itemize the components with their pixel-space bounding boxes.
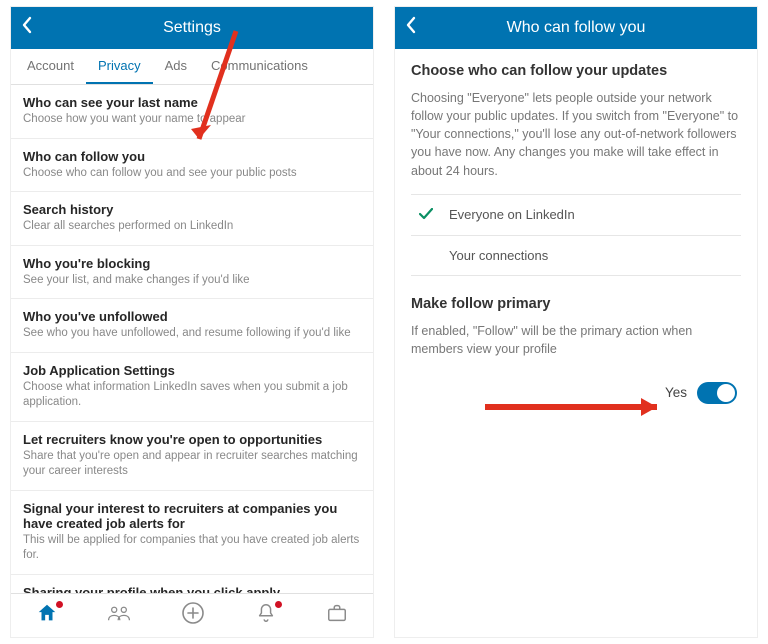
nav-post-icon[interactable] [181,601,205,631]
header-bar: Who can follow you [395,7,757,49]
option-connections[interactable]: Your connections [411,236,741,276]
item-subtitle: Choose how you want your name to appear [23,112,361,128]
tab-communications[interactable]: Communications [199,49,320,84]
settings-item[interactable]: Who can follow you Choose who can follow… [11,139,373,193]
settings-item[interactable]: Who you're blocking See your list, and m… [11,246,373,300]
settings-item[interactable]: Job Application Settings Choose what inf… [11,353,373,422]
settings-item[interactable]: Who you've unfollowed See who you have u… [11,299,373,353]
follow-settings-screen: Who can follow you Choose who can follow… [394,6,758,638]
badge-dot-icon [274,600,283,609]
follow-primary-section: Make follow primary If enabled, "Follow"… [395,290,757,428]
tab-account[interactable]: Account [15,49,86,84]
item-subtitle: Choose who can follow you and see your p… [23,166,361,182]
item-title: Signal your interest to recruiters at co… [23,501,361,531]
follow-updates-section: Choose who can follow your updates Choos… [395,49,757,290]
item-title: Job Application Settings [23,363,361,378]
nav-home-icon[interactable] [36,602,58,630]
item-subtitle: Share that you're open and appear in rec… [23,449,361,480]
item-title: Who you're blocking [23,256,361,271]
checkmark-icon [419,207,439,223]
item-subtitle: This will be applied for companies that … [23,533,361,564]
settings-item[interactable]: Let recruiters know you're open to oppor… [11,422,373,491]
settings-item[interactable]: Sharing your profile when you click appl… [11,575,373,593]
option-everyone[interactable]: Everyone on LinkedIn [411,195,741,236]
item-subtitle: See your list, and make changes if you'd… [23,273,361,289]
back-icon[interactable] [405,16,417,40]
header-bar: Settings [11,7,373,49]
nav-notifications-icon[interactable] [255,602,277,630]
settings-item[interactable]: Who can see your last name Choose how yo… [11,85,373,139]
nav-network-icon[interactable] [107,602,131,630]
toggle-label: Yes [665,385,687,400]
settings-screen: Settings Account Privacy Ads Communicati… [10,6,374,638]
badge-dot-icon [55,600,64,609]
item-subtitle: See who you have unfollowed, and resume … [23,326,361,342]
option-label: Your connections [449,248,548,263]
tab-bar: Account Privacy Ads Communications [11,49,373,85]
nav-jobs-icon[interactable] [326,602,348,630]
tab-privacy[interactable]: Privacy [86,49,153,84]
item-subtitle: Choose what information LinkedIn saves w… [23,380,361,411]
follow-options-list: Everyone on LinkedIn Your connections [411,194,741,276]
section-heading: Choose who can follow your updates [411,63,741,79]
option-label: Everyone on LinkedIn [449,207,575,222]
settings-item[interactable]: Search history Clear all searches perfor… [11,192,373,246]
back-icon[interactable] [21,16,33,40]
section-description: Choosing "Everyone" lets people outside … [411,89,741,180]
settings-item[interactable]: Signal your interest to recruiters at co… [11,491,373,575]
item-title: Let recruiters know you're open to oppor… [23,432,361,447]
tab-ads[interactable]: Ads [153,49,199,84]
item-title: Who can see your last name [23,95,361,110]
bottom-nav [11,593,373,637]
page-title: Who can follow you [507,19,646,37]
section-description: If enabled, "Follow" will be the primary… [411,322,741,358]
page-title: Settings [163,19,221,37]
follow-primary-toggle[interactable] [697,382,737,404]
item-title: Search history [23,202,361,217]
item-title: Sharing your profile when you click appl… [23,585,361,593]
item-title: Who can follow you [23,149,361,164]
settings-list: Who can see your last name Choose how yo… [11,85,373,593]
item-title: Who you've unfollowed [23,309,361,324]
toggle-row: Yes [411,372,741,414]
toggle-knob-icon [717,384,735,402]
section-heading: Make follow primary [411,296,741,312]
item-subtitle: Clear all searches performed on LinkedIn [23,219,361,235]
